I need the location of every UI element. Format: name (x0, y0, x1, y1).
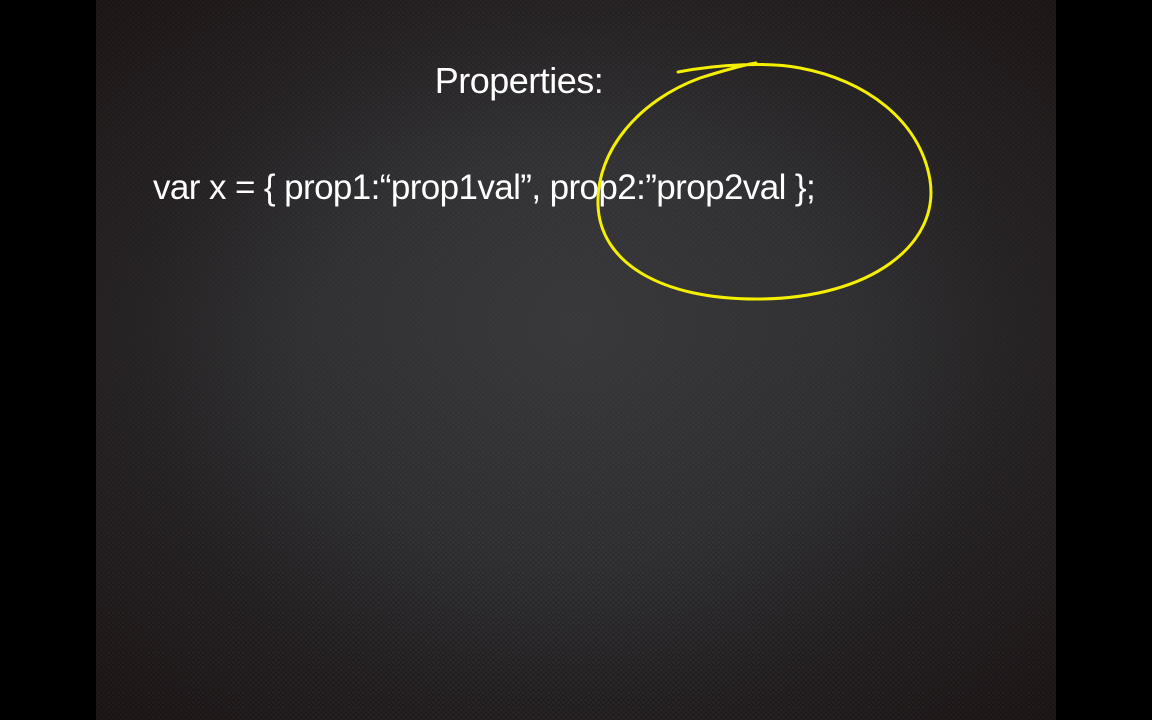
slide-canvas: Properties: var x = { prop1:“prop1val”, … (96, 0, 1056, 720)
slide-title: Properties: (434, 60, 604, 101)
code-example-line: var x = { prop1:“prop1val”, prop2:”prop2… (153, 168, 816, 207)
presentation-stage: Properties: var x = { prop1:“prop1val”, … (0, 0, 1152, 720)
